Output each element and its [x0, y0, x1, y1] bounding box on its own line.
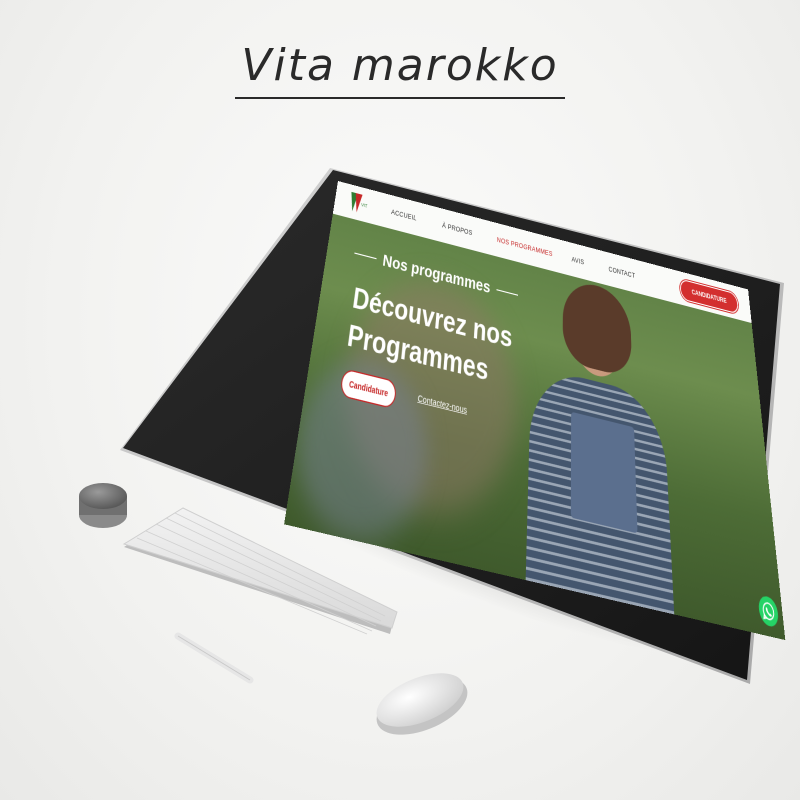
kicker-line-left — [354, 252, 377, 260]
whatsapp-glyph-icon — [758, 594, 780, 628]
candidature-nav-button[interactable]: CANDIDATURE — [679, 278, 740, 315]
nav-accueil[interactable]: ACCUEIL — [391, 208, 417, 222]
student-hair — [562, 277, 633, 379]
nav-a-propos[interactable]: À PROPOS — [442, 221, 473, 237]
nav-avis[interactable]: AVIS — [572, 255, 585, 266]
vita-logo-icon[interactable]: VITA — [347, 189, 369, 216]
svg-text:VITA: VITA — [361, 202, 369, 210]
kicker-line-right — [496, 289, 518, 296]
nav-nos-programmes[interactable]: NOS PROGRAMMES — [497, 235, 553, 257]
student-book — [570, 411, 638, 534]
nav-contact[interactable]: CONTACT — [608, 265, 635, 280]
whatsapp-icon[interactable] — [757, 594, 780, 629]
